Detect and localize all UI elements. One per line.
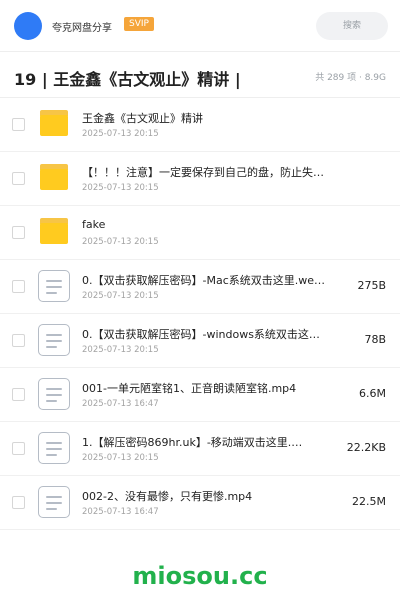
document-icon xyxy=(38,432,70,464)
share-user-name: 夸克网盘分享 xyxy=(52,23,112,34)
file-size: 22.5M xyxy=(352,495,386,508)
folder-icon xyxy=(38,216,70,248)
document-icon xyxy=(38,378,70,410)
file-name: 002-2、没有最惨，只有更惨.mp4 xyxy=(82,490,253,503)
file-date: 2025-07-13 20:15 xyxy=(82,129,159,139)
folder-header: 19 | 王金鑫《古文观止》精讲 | 共 289 项 · 8.9G xyxy=(0,52,400,98)
folder-icon xyxy=(38,108,70,140)
svip-badge: SVIP xyxy=(124,17,154,31)
document-icon xyxy=(38,270,70,302)
file-date: 2025-07-13 20:15 xyxy=(82,453,159,463)
list-item[interactable]: 【！！！注意】一定要保存到自己的盘，防止失效！！！ 2025-07-13 20:… xyxy=(0,152,400,206)
list-item[interactable]: 0.【双击获取解压密码】-windows系统双击这… 2025-07-13 20… xyxy=(0,314,400,368)
row-checkbox[interactable] xyxy=(12,388,25,401)
search-placeholder: 搜索 xyxy=(342,21,361,31)
top-bar: 夸克网盘分享 SVIP 搜索 xyxy=(0,0,400,52)
page-title: 19 | 王金鑫《古文观止》精讲 | xyxy=(14,70,241,89)
file-name: 0.【双击获取解压密码】-windows系统双击这… xyxy=(82,328,320,341)
row-checkbox[interactable] xyxy=(12,442,25,455)
file-date: 2025-07-13 20:15 xyxy=(82,291,159,301)
file-date: 2025-07-13 20:15 xyxy=(82,237,159,247)
file-date: 2025-07-13 20:15 xyxy=(82,183,159,193)
folder-icon xyxy=(38,162,70,194)
document-icon xyxy=(38,486,70,518)
list-item[interactable]: 王金鑫《古文观止》精讲 2025-07-13 20:15 xyxy=(0,98,400,152)
row-checkbox[interactable] xyxy=(12,172,25,185)
list-item[interactable]: 1.【解压密码869hr.uk】-移动端双击这里.… 2025-07-13 20… xyxy=(0,422,400,476)
watermark: miosou.cc xyxy=(132,562,268,590)
search-input[interactable]: 搜索 xyxy=(316,12,388,40)
row-checkbox[interactable] xyxy=(12,280,25,293)
file-date: 2025-07-13 16:47 xyxy=(82,507,159,517)
file-size: 275B xyxy=(357,279,386,292)
list-item[interactable]: 0.【双击获取解压密码】-Mac系统双击这里.we… 2025-07-13 20… xyxy=(0,260,400,314)
list-item[interactable]: 001-一单元陋室铭1、正音朗读陋室铭.mp4 2025-07-13 16:47… xyxy=(0,368,400,422)
row-checkbox[interactable] xyxy=(12,334,25,347)
list-item[interactable]: fake 2025-07-13 20:15 xyxy=(0,206,400,260)
list-item[interactable]: 002-2、没有最惨，只有更惨.mp4 2025-07-13 16:47 22.… xyxy=(0,476,400,530)
file-name: 【！！！注意】一定要保存到自己的盘，防止失效！！！ xyxy=(82,166,332,179)
folder-summary: 共 289 项 · 8.9G xyxy=(315,73,386,83)
row-checkbox[interactable] xyxy=(12,226,25,239)
file-name: fake xyxy=(82,218,106,231)
file-list: 王金鑫《古文观止》精讲 2025-07-13 20:15 【！！！注意】一定要保… xyxy=(0,98,400,530)
document-icon xyxy=(38,324,70,356)
file-date: 2025-07-13 16:47 xyxy=(82,399,159,409)
file-size: 6.6M xyxy=(359,387,386,400)
file-name: 王金鑫《古文观止》精讲 xyxy=(82,112,203,125)
file-size: 78B xyxy=(364,333,386,346)
file-size: 22.2KB xyxy=(346,441,386,454)
row-checkbox[interactable] xyxy=(12,118,25,131)
avatar[interactable] xyxy=(14,12,42,40)
file-date: 2025-07-13 20:15 xyxy=(82,345,159,355)
file-name: 001-一单元陋室铭1、正音朗读陋室铭.mp4 xyxy=(82,382,297,395)
file-name: 1.【解压密码869hr.uk】-移动端双击这里.… xyxy=(82,436,303,449)
file-name: 0.【双击获取解压密码】-Mac系统双击这里.we… xyxy=(82,274,326,287)
row-checkbox[interactable] xyxy=(12,496,25,509)
